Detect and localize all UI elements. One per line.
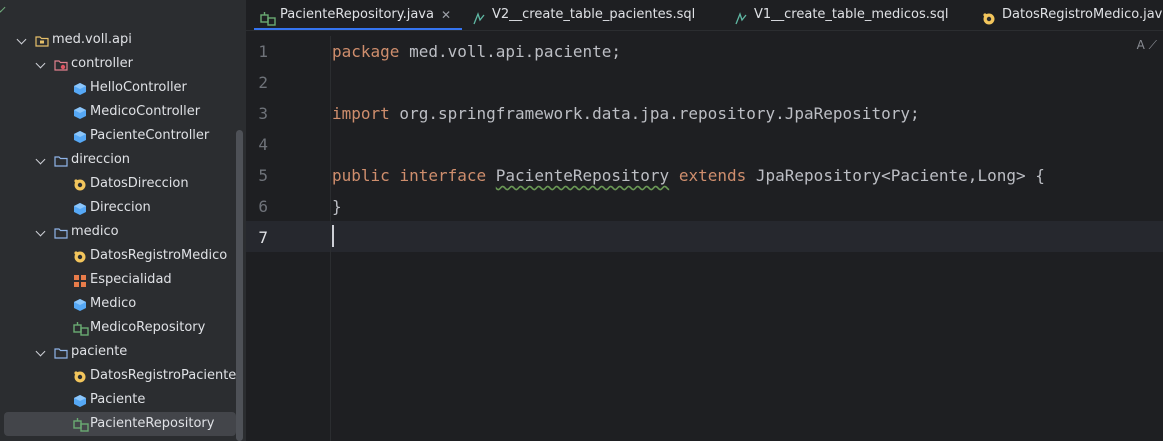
code-line-5: public interface PacienteRepository exte… <box>332 160 1045 191</box>
tree-item[interactable]: paciente <box>0 340 236 364</box>
class-icon <box>73 81 87 95</box>
tree-item[interactable]: Direccion <box>0 196 236 220</box>
tab-label: V1__create_table_medicos.sql <box>754 7 949 22</box>
line-number: 5 <box>258 166 268 185</box>
record-icon <box>73 369 87 383</box>
editor-tab[interactable]: V2__create_table_pacientes.sql <box>466 0 718 30</box>
folder-icon <box>54 225 68 239</box>
tree-item[interactable]: Especialidad <box>0 268 236 292</box>
chevron-down-icon[interactable] <box>35 58 46 69</box>
class-icon <box>73 105 87 119</box>
tree-item[interactable]: direccion <box>0 148 236 172</box>
tree-item-label: Especialidad <box>90 272 172 287</box>
extends-type: JpaRepository<Paciente,Long> { <box>746 166 1045 185</box>
tree-item-label: DatosDireccion <box>90 176 189 191</box>
tab-label: V2__create_table_pacientes.sql <box>492 7 696 22</box>
repository-icon <box>260 8 276 26</box>
keyword: package <box>332 42 400 61</box>
tree-item-label: med.voll.api <box>52 32 132 47</box>
enum-icon <box>73 273 87 287</box>
tree-item-label: medico <box>71 224 119 239</box>
editor-tab[interactable]: PacienteRepository.java ✕ <box>254 0 462 30</box>
code-line-6: } <box>332 191 342 222</box>
line-number: 3 <box>258 104 268 123</box>
tree-item-label: MedicoController <box>90 104 201 119</box>
chevron-down-icon[interactable] <box>16 34 27 45</box>
line-number: 4 <box>258 135 268 154</box>
sql-file-icon <box>734 8 748 25</box>
tree-item[interactable]: controller <box>0 52 236 76</box>
class-icon <box>73 393 87 407</box>
text-caret <box>332 225 334 247</box>
tree-item[interactable]: MedicoRepository <box>0 316 236 340</box>
tree-item-label: Direccion <box>90 200 151 215</box>
editor-tab[interactable]: V1__create_table_medicos.sql <box>728 0 968 30</box>
chevron-down-icon[interactable] <box>0 2 6 13</box>
folder-icon <box>54 345 68 359</box>
import-path: org.springframework.data.jpa.repository.… <box>389 104 920 123</box>
tree-item[interactable]: medico <box>0 220 236 244</box>
keyword: extends <box>678 166 747 185</box>
keyword: public <box>332 166 390 185</box>
tab-label: DatosRegistroMedico.java <box>1002 7 1163 22</box>
close-icon[interactable]: ✕ <box>441 0 451 28</box>
code-line-1: package med.voll.api.paciente; <box>332 36 621 67</box>
code-line-3: import org.springframework.data.jpa.repo… <box>332 98 920 129</box>
tree-item[interactable]: DatosRegistroPaciente <box>0 364 236 388</box>
tree-item[interactable]: MedicoController <box>0 100 236 124</box>
tree-item[interactable]: DatosDireccion <box>0 172 236 196</box>
tree-item[interactable]: Paciente <box>0 388 236 412</box>
editor-area: PacienteRepository.java ✕ V2__create_table… <box>246 0 1163 441</box>
interface-name[interactable]: PacienteRepository <box>496 166 669 185</box>
tree-item-label: HelloController <box>90 80 187 95</box>
sql-file-icon <box>472 8 486 25</box>
tree-item-label: PacienteRepository <box>90 416 215 431</box>
tree-item[interactable]: med.voll.api <box>0 28 236 52</box>
folder-icon <box>54 153 68 167</box>
class-icon <box>73 129 87 143</box>
tree-scrollbar[interactable] <box>236 130 243 441</box>
chevron-down-icon[interactable] <box>35 346 46 357</box>
line-number: 6 <box>258 197 268 216</box>
class-icon <box>73 297 87 311</box>
tree-item-label: paciente <box>71 344 128 359</box>
line-number: 1 <box>258 42 268 61</box>
tree-item-label: MedicoRepository <box>90 320 206 335</box>
editor-tab-bar: PacienteRepository.java ✕ V2__create_table… <box>246 0 1163 31</box>
tree-item-label: direccion <box>71 152 131 167</box>
editor-tab[interactable]: DatosRegistroMedico.java <box>976 0 1163 30</box>
repository-icon <box>73 321 89 336</box>
record-icon <box>73 177 87 191</box>
record-icon <box>73 249 87 263</box>
line-number: 2 <box>258 73 268 92</box>
tree-item-label: Medico <box>90 296 137 311</box>
tree-item-label: Paciente <box>90 392 146 407</box>
tree-item[interactable]: Medico <box>0 292 236 316</box>
repository-icon <box>73 417 89 432</box>
keyword: import <box>332 104 390 123</box>
tree-item[interactable]: DatosRegistroMedico <box>0 244 236 268</box>
current-line-highlight <box>246 221 1163 252</box>
line-number-gutter: 1 2 3 4 5 6 7 <box>246 36 331 441</box>
record-icon <box>982 8 996 25</box>
tree-item[interactable]: HelloController <box>0 76 236 100</box>
tree-item-label: DatosRegistroPaciente <box>90 368 237 383</box>
inspection-widget-icon[interactable]: A ⟋ <box>1137 38 1157 53</box>
chevron-down-icon[interactable] <box>35 226 46 237</box>
class-icon <box>73 201 87 215</box>
closing-brace: } <box>332 197 342 216</box>
controller-folder-icon <box>54 57 68 71</box>
tree-item-label: DatosRegistroMedico <box>90 248 228 263</box>
tab-label: PacienteRepository.java <box>280 7 434 22</box>
tree-item[interactable]: PacienteController <box>0 124 236 148</box>
package-folder-icon <box>35 33 49 47</box>
tree-item-label: controller <box>71 56 134 71</box>
line-number: 7 <box>258 228 268 247</box>
keyword: interface <box>399 166 487 185</box>
chevron-down-icon[interactable] <box>35 154 46 165</box>
project-tree-panel: med.voll.api controller HelloController Med… <box>0 0 246 441</box>
tree-item[interactable]: PacienteRepository <box>4 412 236 436</box>
tree-item-label: PacienteController <box>90 128 210 143</box>
package-name: med.voll.api.paciente; <box>399 42 621 61</box>
